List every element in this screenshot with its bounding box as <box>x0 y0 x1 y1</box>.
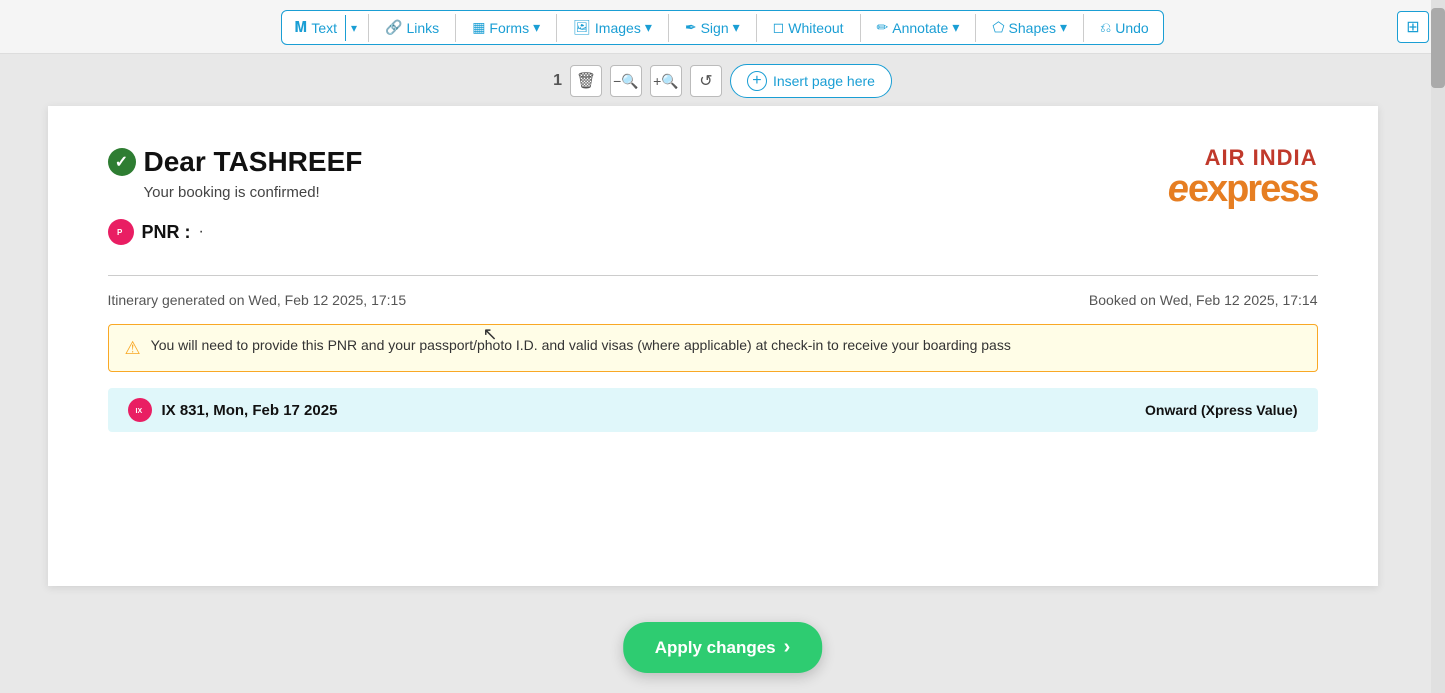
flight-row-icon: IX <box>128 398 152 422</box>
images-icon: 🖼 <box>573 19 591 36</box>
sign-button[interactable]: ✒ Sign ▾ <box>675 13 750 42</box>
logo-air-india-text: AIR INDIA <box>1168 146 1318 170</box>
divider-1 <box>368 14 369 42</box>
greeting-heading: ✓ Dear TASHREEF <box>108 146 363 178</box>
annotate-label: Annotate <box>892 20 948 36</box>
page-number: 1 <box>553 72 562 90</box>
sign-label: Sign <box>701 20 729 36</box>
insert-page-button[interactable]: + Insert page here <box>730 64 892 98</box>
booking-info: ✓ Dear TASHREEF Your booking is confirme… <box>108 146 363 245</box>
pdf-header: ✓ Dear TASHREEF Your booking is confirme… <box>108 146 1318 245</box>
undo-icon: ⎌ <box>1100 19 1111 36</box>
shapes-label: Shapes <box>1009 20 1056 36</box>
flight-type-text: Onward (Xpress Value) <box>1145 402 1298 418</box>
annotate-button[interactable]: ✏ Annotate ▾ <box>867 13 970 42</box>
links-label: Links <box>407 20 440 36</box>
svg-text:IX: IX <box>135 408 142 415</box>
links-icon: 🔗 <box>385 19 402 36</box>
forms-button[interactable]: ▦ Forms ▾ <box>462 13 550 42</box>
page-controls: 1 🗑 −🔍 +🔍 ↺ + Insert page here <box>0 54 1445 106</box>
divider-3 <box>556 14 557 42</box>
delete-icon: 🗑 <box>576 71 596 91</box>
pnr-icon: P <box>108 219 134 245</box>
divider-4 <box>668 14 669 42</box>
delete-page-button[interactable]: 🗑 <box>570 65 602 97</box>
sign-icon: ✒ <box>685 19 697 36</box>
pnr-label: PNR : <box>142 222 191 243</box>
logo-xpress-part: express <box>1188 168 1318 210</box>
divider-6 <box>860 14 861 42</box>
whiteout-label: Whiteout <box>788 20 843 36</box>
zoom-out-button[interactable]: −🔍 <box>610 65 642 97</box>
rotate-button[interactable]: ↺ <box>690 65 722 97</box>
rotate-icon: ↺ <box>699 71 712 91</box>
pdf-page: ↖ ✓ Dear TASHREEF Your booking is confir… <box>48 106 1378 586</box>
whiteout-icon: ◻ <box>773 19 785 36</box>
zoom-out-icon: −🔍 <box>613 73 639 90</box>
logo-express-text: eexpress <box>1168 170 1318 208</box>
undo-label: Undo <box>1115 20 1148 36</box>
check-icon: ✓ <box>108 148 136 176</box>
text-tool-caret[interactable]: ▾ <box>345 15 362 41</box>
whiteout-button[interactable]: ◻ Whiteout <box>763 13 854 42</box>
images-button[interactable]: 🖼 Images ▾ <box>563 13 662 42</box>
shapes-icon: ⬠ <box>992 19 1004 36</box>
pdf-area: ↖ ✓ Dear TASHREEF Your booking is confir… <box>0 106 1445 586</box>
apply-changes-label: Apply changes <box>655 638 776 658</box>
divider-7 <box>975 14 976 42</box>
insert-page-plus-icon: + <box>747 71 767 91</box>
text-icon: 𝐌 <box>294 19 307 36</box>
svg-text:P: P <box>117 228 123 237</box>
flight-row: IX IX 831, Mon, Feb 17 2025 Onward (Xpre… <box>108 388 1318 432</box>
pnr-value: · <box>199 223 204 241</box>
apply-changes-overlay: Apply changes › <box>623 622 823 673</box>
toolbar-wrapper: 𝐌 Text ▾ 🔗 Links ▦ Forms ▾ 🖼 Images ▾ <box>0 0 1445 54</box>
divider-2 <box>455 14 456 42</box>
annotate-caret-icon: ▾ <box>952 19 959 36</box>
text-caret-icon: ▾ <box>351 21 357 35</box>
scrollbar[interactable] <box>1431 0 1445 693</box>
flight-number-text: IX 831, Mon, Feb 17 2025 <box>162 402 338 419</box>
insert-page-label: Insert page here <box>773 73 875 89</box>
scrollbar-thumb[interactable] <box>1431 8 1445 88</box>
logo-ex-part: e <box>1168 168 1188 210</box>
pdf-divider <box>108 275 1318 276</box>
forms-caret-icon: ▾ <box>533 19 540 36</box>
divider-5 <box>756 14 757 42</box>
warning-icon: ⚠ <box>125 338 141 359</box>
divider-8 <box>1083 14 1084 42</box>
greeting-text: Dear TASHREEF <box>144 146 363 178</box>
apply-changes-button[interactable]: Apply changes › <box>623 622 823 673</box>
shapes-button[interactable]: ⬠ Shapes ▾ <box>982 13 1077 42</box>
images-caret-icon: ▾ <box>645 19 652 36</box>
text-tool-split[interactable]: 𝐌 Text ▾ <box>286 13 362 42</box>
text-tool-button[interactable]: 𝐌 Text <box>286 13 345 42</box>
itinerary-date: Itinerary generated on Wed, Feb 12 2025,… <box>108 292 407 308</box>
flight-row-left: IX IX 831, Mon, Feb 17 2025 <box>128 398 338 422</box>
zoom-in-icon: +🔍 <box>653 73 679 90</box>
expand-icon: ⊞ <box>1406 17 1419 37</box>
airline-logo: AIR INDIA eexpress <box>1168 146 1318 208</box>
shapes-caret-icon: ▾ <box>1060 19 1067 36</box>
text-label: Text <box>311 20 337 36</box>
expand-button[interactable]: ⊞ <box>1397 11 1429 43</box>
pnr-row: P PNR : · <box>108 219 363 245</box>
links-button[interactable]: 🔗 Links <box>375 13 449 42</box>
warning-text: You will need to provide this PNR and yo… <box>151 337 1011 353</box>
apply-changes-arrow: › <box>784 636 791 659</box>
sign-caret-icon: ▾ <box>733 19 740 36</box>
forms-label: Forms <box>489 20 529 36</box>
dates-row: Itinerary generated on Wed, Feb 12 2025,… <box>108 292 1318 308</box>
booked-date: Booked on Wed, Feb 12 2025, 17:14 <box>1089 292 1318 308</box>
annotate-icon: ✏ <box>877 19 889 36</box>
booking-confirmed-text: Your booking is confirmed! <box>144 184 363 201</box>
forms-icon: ▦ <box>472 19 485 36</box>
undo-button[interactable]: ⎌ Undo <box>1090 13 1159 42</box>
toolbar: 𝐌 Text ▾ 🔗 Links ▦ Forms ▾ 🖼 Images ▾ <box>281 10 1163 45</box>
images-label: Images <box>595 20 641 36</box>
warning-box: ⚠ You will need to provide this PNR and … <box>108 324 1318 372</box>
zoom-in-button[interactable]: +🔍 <box>650 65 682 97</box>
